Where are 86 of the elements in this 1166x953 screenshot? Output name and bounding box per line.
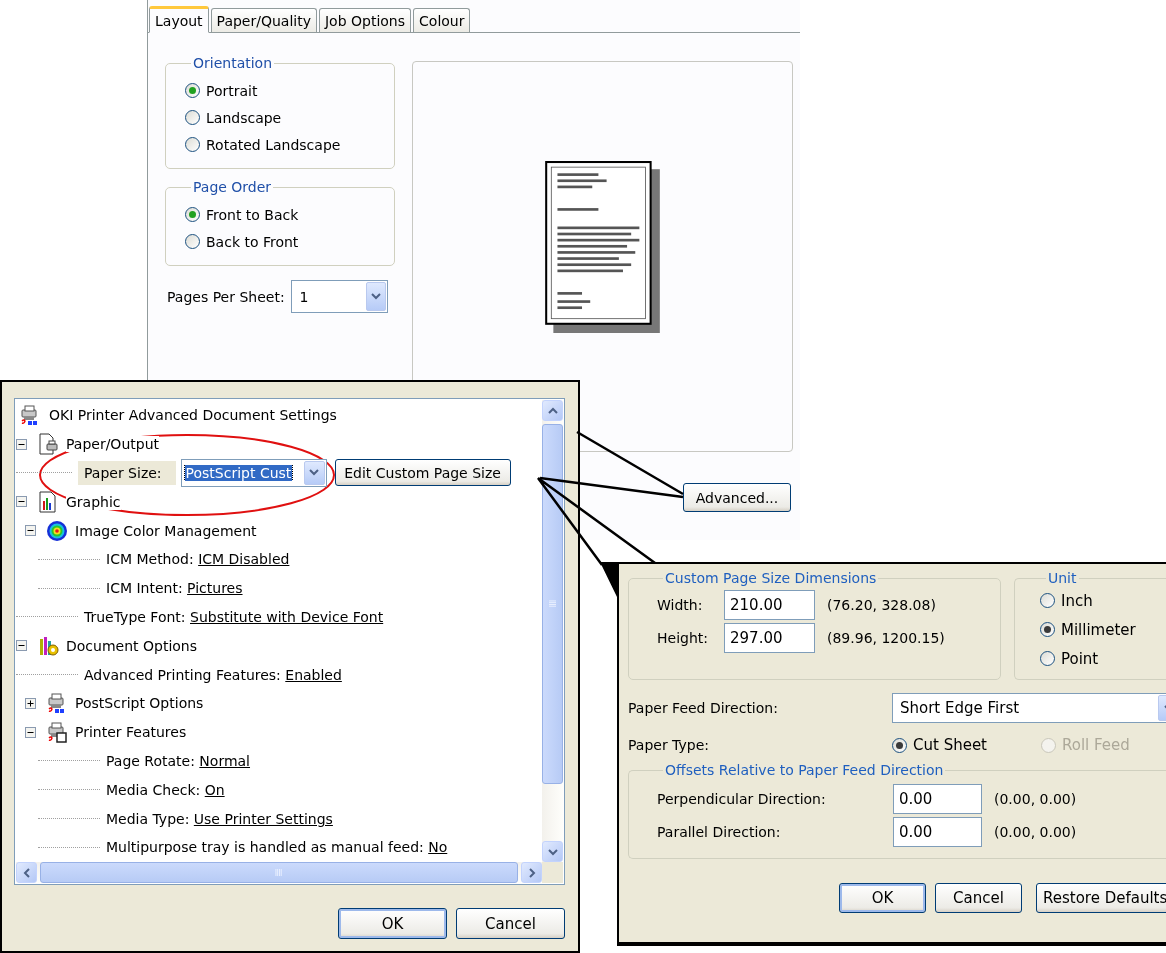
range-text: (0.00, 0.00): [994, 790, 1077, 807]
setting-text[interactable]: Multipurpose tray is handled as manual feed: No: [106, 839, 448, 856]
grip-icon: [549, 600, 556, 608]
tree-root-label: OKI Printer Advanced Document Settings: [49, 407, 337, 424]
radio-label: Front to Back: [206, 206, 299, 223]
field-label: Perpendicular Direction:: [657, 790, 827, 807]
group-title: Orientation: [192, 55, 274, 71]
number-field[interactable]: 210.00: [724, 589, 815, 620]
radio-button[interactable]: [185, 137, 200, 152]
radio-label: Portrait: [206, 82, 258, 99]
number-field[interactable]: 0.00: [893, 783, 982, 814]
radio-label: Back to Front: [206, 233, 299, 250]
radio-button[interactable]: [1040, 622, 1055, 637]
grip-icon: [275, 869, 283, 876]
range-text: (0.00, 0.00): [994, 823, 1077, 840]
radio-label: Rotated Landscape: [206, 136, 341, 153]
tree-item[interactable]: Document Options: [66, 637, 197, 654]
radio-label: Millimeter: [1061, 620, 1136, 639]
tree-item[interactable]: Image Color Management: [75, 522, 257, 539]
paper-size-dropdown[interactable]: PostScript Cust: [180, 459, 327, 487]
setting-text[interactable]: TrueType Font: Substitute with Device Font: [84, 608, 384, 625]
dialog-button[interactable]: Cancel: [456, 908, 565, 939]
group-title: Page Order: [192, 179, 273, 195]
radio-button[interactable]: [1040, 651, 1055, 666]
collapse-icon[interactable]: [16, 496, 27, 508]
setting-text[interactable]: Media Check: On: [106, 781, 225, 798]
setting-text[interactable]: Advanced Printing Features: Enabled: [84, 666, 342, 683]
setting-text[interactable]: ICM Method: ICM Disabled: [106, 551, 290, 568]
radio-button[interactable]: [185, 234, 200, 249]
printer-icon: [46, 721, 68, 744]
tab[interactable]: Paper/Quality: [210, 8, 317, 32]
feed-direction-dropdown[interactable]: Short Edge First: [892, 693, 1166, 723]
tab[interactable]: Layout: [149, 6, 209, 33]
collapse-icon[interactable]: [16, 640, 27, 652]
field-label: Paper Type:: [628, 737, 710, 753]
horizontal-scrollbar[interactable]: [16, 862, 542, 883]
tree-item[interactable]: Paper/Output: [66, 436, 159, 453]
radio-button[interactable]: [185, 83, 200, 98]
edit-custom-page-size-button[interactable]: Edit Custom Page Size: [334, 459, 511, 487]
collapse-icon[interactable]: [16, 438, 27, 450]
tab[interactable]: Job Options: [319, 8, 412, 32]
tree-item[interactable]: PostScript Options: [75, 695, 204, 712]
range-text: (76.20, 328.08): [827, 596, 936, 613]
range-text: (89.96, 1200.15): [827, 629, 945, 646]
dialog-button[interactable]: Restore Defaults: [1036, 883, 1166, 913]
pages-per-sheet-dropdown[interactable]: 1: [290, 280, 388, 313]
setting-label: Paper Size:: [78, 461, 176, 485]
tab[interactable]: Colour: [413, 8, 471, 32]
tools-icon: [37, 634, 59, 657]
field-label: Height:: [657, 629, 709, 646]
expand-icon[interactable]: [25, 697, 36, 709]
dialog-button[interactable]: OK: [338, 908, 447, 939]
radio-label: Point: [1061, 649, 1099, 668]
radio-label: Roll Feed: [1062, 736, 1130, 754]
field-label: Width:: [657, 596, 704, 613]
color-wheel-icon: [46, 519, 68, 542]
scrollbar-corner: [542, 862, 563, 883]
radio-button[interactable]: [1040, 593, 1055, 608]
chevron-down-icon: [309, 469, 320, 477]
vertical-scrollbar[interactable]: [542, 400, 563, 862]
field-label: Pages Per Sheet:: [167, 288, 285, 305]
collapse-icon[interactable]: [25, 525, 36, 537]
setting-text[interactable]: ICM Intent: Pictures: [106, 580, 243, 597]
radio-button[interactable]: [185, 110, 200, 125]
field-label: Parallel Direction:: [657, 823, 782, 840]
chevron-down-icon: [370, 293, 381, 300]
bar-chart-icon: [37, 490, 59, 513]
collapse-icon[interactable]: [25, 726, 36, 738]
radio-label: Landscape: [206, 109, 282, 126]
dialog-button[interactable]: OK: [839, 883, 926, 913]
radio-button[interactable]: [892, 737, 907, 753]
number-field[interactable]: 0.00: [893, 816, 982, 847]
advanced-button[interactable]: Advanced...: [683, 483, 791, 512]
radio-button[interactable]: [185, 207, 200, 222]
group-title: Offsets Relative to Paper Feed Direction: [664, 762, 945, 778]
setting-text[interactable]: Media Type: Use Printer Settings: [106, 810, 333, 827]
setting-text[interactable]: Page Rotate: Normal: [106, 752, 250, 769]
field-label: Paper Feed Direction:: [628, 700, 779, 716]
dialog-button[interactable]: Cancel: [935, 883, 1022, 913]
tree-item[interactable]: Graphic: [66, 493, 121, 510]
number-field[interactable]: 297.00: [724, 622, 815, 653]
radio-label: Inch: [1061, 591, 1093, 610]
group-title: Custom Page Size Dimensions: [664, 570, 878, 586]
group-title: Unit: [1047, 570, 1078, 586]
page-icon: [37, 433, 59, 456]
radio-label: Cut Sheet: [913, 736, 987, 754]
